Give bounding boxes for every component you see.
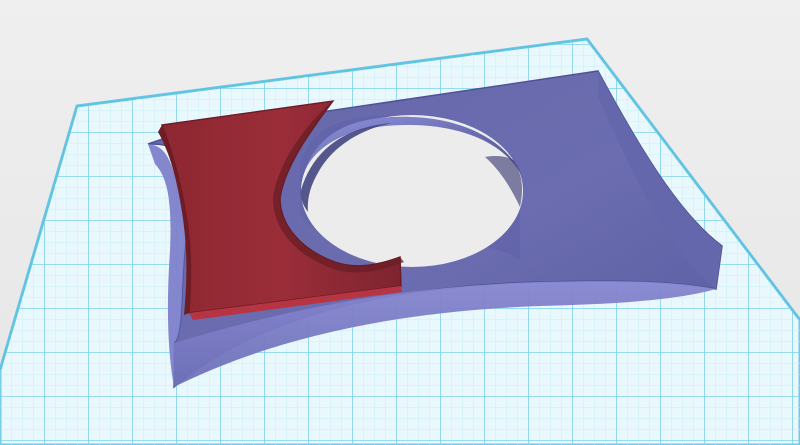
3d-viewport[interactable] [0, 0, 800, 445]
scene-canvas[interactable] [0, 0, 800, 445]
